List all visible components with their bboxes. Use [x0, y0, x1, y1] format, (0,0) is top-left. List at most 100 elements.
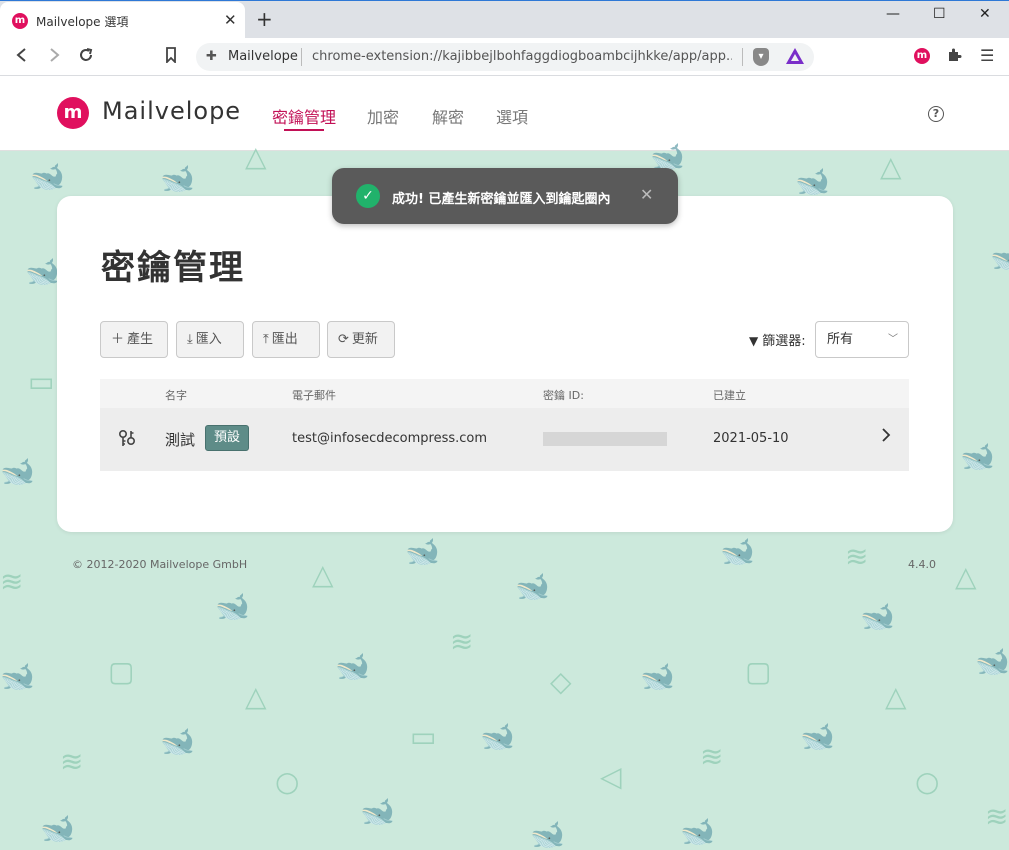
- export-key-button[interactable]: ⤒ 匯出: [252, 321, 320, 358]
- new-tab-button[interactable]: +: [256, 9, 273, 29]
- key-created-date: 2021-05-10: [713, 431, 789, 446]
- forward-icon[interactable]: [47, 47, 61, 67]
- plus-icon: ＋: [111, 332, 125, 347]
- back-icon[interactable]: [15, 47, 29, 67]
- page-title: 密鑰管理: [101, 248, 245, 288]
- mailvelope-extension-icon[interactable]: m: [914, 48, 930, 64]
- browser-tab[interactable]: m Mailvelope 選項 ✕: [0, 2, 245, 39]
- key-table-header: 名字 電子郵件 密鑰 ID: 已建立: [100, 379, 909, 408]
- refresh-icon: ⟳: [338, 332, 349, 347]
- key-email: test@infosecdecompress.com: [292, 431, 488, 446]
- pattern-whale-icon: 🐋: [515, 570, 550, 603]
- column-header-name: 名字: [165, 389, 187, 402]
- minimize-button[interactable]: —: [886, 6, 900, 22]
- filter-label: ▼ 篩選器:: [749, 330, 806, 349]
- pattern-triangle-icon: △: [245, 680, 267, 713]
- menu-icon[interactable]: ☰: [980, 47, 994, 65]
- key-id-redacted: [543, 432, 667, 446]
- pattern-whale-icon: 🐋: [800, 720, 835, 753]
- filter-funnel-icon: ▼: [749, 334, 759, 348]
- pattern-triangle-icon: △: [880, 150, 902, 183]
- pattern-triangle-icon: △: [245, 140, 267, 173]
- key-pair-icon: [117, 429, 137, 454]
- filter-select-value: 所有: [827, 332, 854, 347]
- key-management-card: 密鑰管理 ＋產生 ⤓ 匯入 ⤒ 匯出 ⟳ 更新 ▼ 篩選器: 所有 ﹀ 名字 電子郵件 …: [57, 196, 953, 532]
- pattern-whale-icon: 🐋: [30, 160, 65, 193]
- default-badge: 預設: [205, 425, 250, 451]
- pattern-whale-icon: 🐋: [640, 660, 675, 693]
- pattern-triangle-icon: △: [955, 560, 977, 593]
- import-key-label: 匯入: [195, 332, 222, 347]
- reload-icon[interactable]: [78, 47, 94, 67]
- pattern-triangle-icon: △: [312, 558, 334, 591]
- mailvelope-logo-icon: m: [57, 97, 89, 129]
- pattern-whale-icon: 🐋: [25, 255, 60, 288]
- chevron-right-icon[interactable]: [880, 426, 892, 449]
- pattern-whale-icon: 🐋: [160, 162, 195, 195]
- export-key-label: 匯出: [271, 332, 298, 347]
- url-text[interactable]: chrome-extension://kajibbejlbohfaggdiogb…: [312, 49, 732, 64]
- generate-key-label: 產生: [127, 332, 154, 347]
- pattern-whale-icon: 🐋: [975, 645, 1009, 678]
- maximize-button[interactable]: ☐: [933, 6, 946, 22]
- pattern-whale-icon: 🐋: [860, 600, 895, 633]
- browser-toolbar: ✚ Mailvelope chrome-extension://kajibbej…: [0, 38, 1009, 76]
- pattern-whale-icon: 🐋: [530, 818, 565, 850]
- omnibox-divider: [301, 48, 302, 66]
- pattern-whale-icon: 🐋: [720, 535, 755, 568]
- pattern-wave-icon: ≋: [985, 800, 1009, 833]
- download-icon: ⤓: [187, 332, 193, 347]
- upload-icon: ⤒: [263, 332, 269, 347]
- column-header-email: 電子郵件: [292, 389, 336, 402]
- extension-puzzle-icon: ✚: [206, 49, 217, 64]
- brave-rewards-icon[interactable]: [786, 48, 804, 64]
- nav-tab-decrypt[interactable]: 解密: [432, 104, 464, 128]
- pattern-diamond-icon: ◇: [550, 665, 572, 698]
- pattern-wave-icon: ≋: [0, 565, 24, 598]
- site-label: Mailvelope: [228, 49, 298, 64]
- nav-tab-key-management[interactable]: 密鑰管理: [272, 104, 336, 128]
- footer-copyright: © 2012-2020 Mailvelope GmbH: [72, 558, 248, 571]
- filter-label-text: 篩選器:: [762, 334, 806, 349]
- pattern-wave-icon: ≋: [60, 745, 84, 778]
- pattern-circle-icon: ○: [915, 765, 940, 798]
- success-toast: ✓ 成功! 已產生新密鑰並匯入到鑰匙圈內 ✕: [332, 168, 678, 224]
- pattern-square-icon: ▭: [28, 365, 55, 398]
- pattern-whale-icon: 🐋: [215, 590, 250, 623]
- pattern-whale-icon: 🐋: [990, 240, 1009, 273]
- pattern-circle-icon: ○: [275, 765, 300, 798]
- pattern-wave-icon: ≋: [700, 740, 724, 773]
- table-row[interactable]: 測試 預設 test@infosecdecompress.com 2021-05…: [100, 408, 909, 471]
- bookmark-icon[interactable]: [165, 47, 177, 67]
- key-name: 測試: [165, 431, 196, 449]
- help-icon[interactable]: ?: [928, 106, 944, 122]
- toast-close-icon[interactable]: ✕: [640, 185, 653, 204]
- brave-shields-icon[interactable]: ▾: [753, 48, 769, 66]
- footer-version: 4.4.0: [908, 558, 936, 571]
- pattern-triangle-icon: ◁: [600, 760, 622, 793]
- generate-key-button[interactable]: ＋產生: [100, 321, 168, 358]
- tab-close-icon[interactable]: ✕: [224, 11, 237, 29]
- address-bar[interactable]: ✚ Mailvelope chrome-extension://kajibbej…: [196, 43, 814, 71]
- refresh-button[interactable]: ⟳ 更新: [327, 321, 395, 358]
- filter-select[interactable]: 所有 ﹀: [815, 321, 909, 358]
- nav-tab-options[interactable]: 選項: [496, 104, 528, 128]
- pattern-whale-icon: 🐋: [795, 165, 830, 198]
- tab-title: Mailvelope 選項: [36, 15, 129, 29]
- column-header-created: 已建立: [713, 389, 746, 402]
- pattern-square-icon: ▭: [410, 720, 437, 753]
- close-window-button[interactable]: ✕: [979, 6, 991, 22]
- active-nav-indicator: [284, 129, 324, 131]
- pattern-whale-icon: 🐋: [360, 795, 395, 828]
- pattern-whale-icon: 🐋: [335, 650, 370, 683]
- pattern-wave-icon: ≋: [450, 625, 474, 658]
- mailvelope-favicon-icon: m: [12, 13, 28, 29]
- import-key-button[interactable]: ⤓ 匯入: [176, 321, 244, 358]
- pattern-triangle-icon: △: [885, 680, 907, 713]
- pattern-whale-icon: 🐋: [160, 725, 195, 758]
- refresh-label: 更新: [351, 332, 378, 347]
- nav-tab-encrypt[interactable]: 加密: [367, 104, 399, 128]
- extensions-puzzle-icon[interactable]: [946, 47, 962, 67]
- pattern-whale-icon: 🐋: [0, 455, 35, 488]
- pattern-whale-icon: 🐋: [0, 660, 35, 693]
